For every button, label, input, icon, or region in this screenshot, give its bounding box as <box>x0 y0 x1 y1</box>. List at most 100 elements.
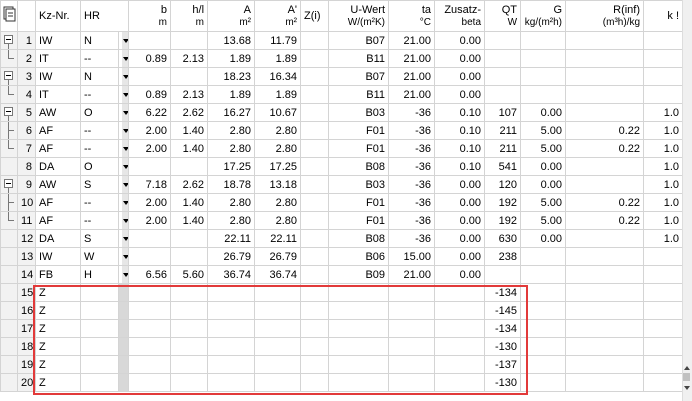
ta-cell[interactable]: 21.00 <box>388 67 436 86</box>
uwert-cell[interactable]: B06 <box>328 247 390 266</box>
zi-cell[interactable] <box>300 355 330 374</box>
uwert-cell[interactable] <box>328 301 390 320</box>
k-cell[interactable] <box>643 355 684 374</box>
ta-cell[interactable]: -36 <box>388 211 436 230</box>
k-cell[interactable] <box>643 85 684 104</box>
g-cell[interactable] <box>520 49 567 68</box>
a2-cell[interactable] <box>254 283 302 302</box>
zus-cell[interactable]: 0.00 <box>434 229 486 248</box>
zi-cell[interactable] <box>300 175 330 194</box>
uwert-cell[interactable]: B07 <box>328 31 390 50</box>
g-cell[interactable]: 5.00 <box>520 211 567 230</box>
g-cell[interactable] <box>520 355 567 374</box>
zus-cell[interactable]: 0.00 <box>434 49 486 68</box>
a2-cell[interactable] <box>254 373 302 392</box>
zus-cell[interactable]: 0.10 <box>434 121 486 140</box>
h-cell[interactable] <box>170 229 209 248</box>
qt-cell[interactable] <box>484 49 522 68</box>
hr-dropdown[interactable] <box>117 103 130 122</box>
hr-cell[interactable]: S <box>80 229 119 248</box>
zus-cell[interactable]: 0.00 <box>434 85 486 104</box>
scroll-down-icon[interactable] <box>683 384 691 392</box>
kz-nr-cell[interactable]: AF <box>35 193 81 212</box>
k-cell[interactable] <box>643 67 684 86</box>
g-cell[interactable] <box>520 265 567 284</box>
rinf-cell[interactable]: 0.22 <box>565 139 645 158</box>
uwert-cell[interactable]: B03 <box>328 175 390 194</box>
a2-cell[interactable]: 10.67 <box>254 103 302 122</box>
ta-cell[interactable]: -36 <box>388 139 436 158</box>
table-row[interactable]: 17 Z -134 <box>0 319 684 338</box>
g-cell[interactable] <box>520 31 567 50</box>
rinf-cell[interactable] <box>565 229 645 248</box>
table-row[interactable]: 6 AF -- 2.00 1.40 2.80 2.80 F01 -36 0.10 211 5.00 0.… <box>0 121 684 140</box>
rinf-cell[interactable]: 0.22 <box>565 211 645 230</box>
kz-nr-cell[interactable]: AF <box>35 121 81 140</box>
g-cell[interactable]: 0.00 <box>520 229 567 248</box>
header-qt[interactable]: QT W <box>484 0 522 32</box>
header-a[interactable]: Am² <box>207 0 256 32</box>
ta-cell[interactable] <box>388 373 436 392</box>
hr-cell[interactable]: H <box>80 265 119 284</box>
uwert-cell[interactable]: B03 <box>328 103 390 122</box>
table-row[interactable]: 9 AW S 7.18 2.62 18.78 13.18 B03 -36 0.00 120 0.00 1… <box>0 175 684 194</box>
uwert-cell[interactable] <box>328 373 390 392</box>
zi-cell[interactable] <box>300 49 330 68</box>
a-cell[interactable]: 18.23 <box>207 67 256 86</box>
dropdown-arrow-icon[interactable] <box>122 122 128 139</box>
kz-nr-cell[interactable]: IT <box>35 85 81 104</box>
tree-cell[interactable] <box>0 67 18 86</box>
b-cell[interactable]: 6.22 <box>128 103 172 122</box>
rinf-cell[interactable] <box>565 301 645 320</box>
zi-cell[interactable] <box>300 301 330 320</box>
uwert-cell[interactable] <box>328 319 390 338</box>
rinf-cell[interactable] <box>565 49 645 68</box>
a-cell[interactable]: 16.27 <box>207 103 256 122</box>
k-cell[interactable] <box>643 337 684 356</box>
a2-cell[interactable] <box>254 301 302 320</box>
vertical-scrollbar[interactable] <box>682 0 692 401</box>
uwert-cell[interactable]: B07 <box>328 67 390 86</box>
b-cell[interactable] <box>128 301 172 320</box>
b-cell[interactable] <box>128 229 172 248</box>
qt-cell[interactable]: -137 <box>484 355 522 374</box>
a-cell[interactable]: 2.80 <box>207 211 256 230</box>
a-cell[interactable]: 22.11 <box>207 229 256 248</box>
b-cell[interactable]: 2.00 <box>128 193 172 212</box>
b-cell[interactable] <box>128 247 172 266</box>
g-cell[interactable] <box>520 283 567 302</box>
header-zusatzbeta[interactable]: Zusatz-beta <box>434 0 486 32</box>
hr-dropdown[interactable] <box>117 157 130 176</box>
qt-cell[interactable]: 192 <box>484 211 522 230</box>
uwert-cell[interactable]: F01 <box>328 121 390 140</box>
a2-cell[interactable]: 16.34 <box>254 67 302 86</box>
a-cell[interactable] <box>207 355 256 374</box>
ta-cell[interactable]: 21.00 <box>388 49 436 68</box>
g-cell[interactable]: 0.00 <box>520 157 567 176</box>
kz-nr-cell[interactable]: Z <box>35 355 81 374</box>
table-row[interactable]: 10 AF -- 2.00 1.40 2.80 2.80 F01 -36 0.00 192 5.00 0… <box>0 193 684 212</box>
zi-cell[interactable] <box>300 193 330 212</box>
kz-nr-cell[interactable]: DA <box>35 157 81 176</box>
zus-cell[interactable]: 0.00 <box>434 31 486 50</box>
zi-cell[interactable] <box>300 67 330 86</box>
dropdown-arrow-icon[interactable] <box>122 194 128 211</box>
zus-cell[interactable] <box>434 373 486 392</box>
h-cell[interactable] <box>170 373 209 392</box>
a-cell[interactable] <box>207 301 256 320</box>
h-cell[interactable] <box>170 319 209 338</box>
ta-cell[interactable]: -36 <box>388 175 436 194</box>
a2-cell[interactable]: 2.80 <box>254 139 302 158</box>
qt-cell[interactable]: 120 <box>484 175 522 194</box>
k-cell[interactable]: 1.0 <box>643 175 684 194</box>
qt-cell[interactable]: -134 <box>484 283 522 302</box>
k-cell[interactable]: 1.0 <box>643 139 684 158</box>
hr-cell[interactable]: O <box>80 157 119 176</box>
a-cell[interactable]: 2.80 <box>207 193 256 212</box>
uwert-cell[interactable] <box>328 355 390 374</box>
uwert-cell[interactable] <box>328 283 390 302</box>
zus-cell[interactable]: 0.00 <box>434 67 486 86</box>
b-cell[interactable] <box>128 337 172 356</box>
rinf-cell[interactable] <box>565 355 645 374</box>
a-cell[interactable]: 2.80 <box>207 139 256 158</box>
